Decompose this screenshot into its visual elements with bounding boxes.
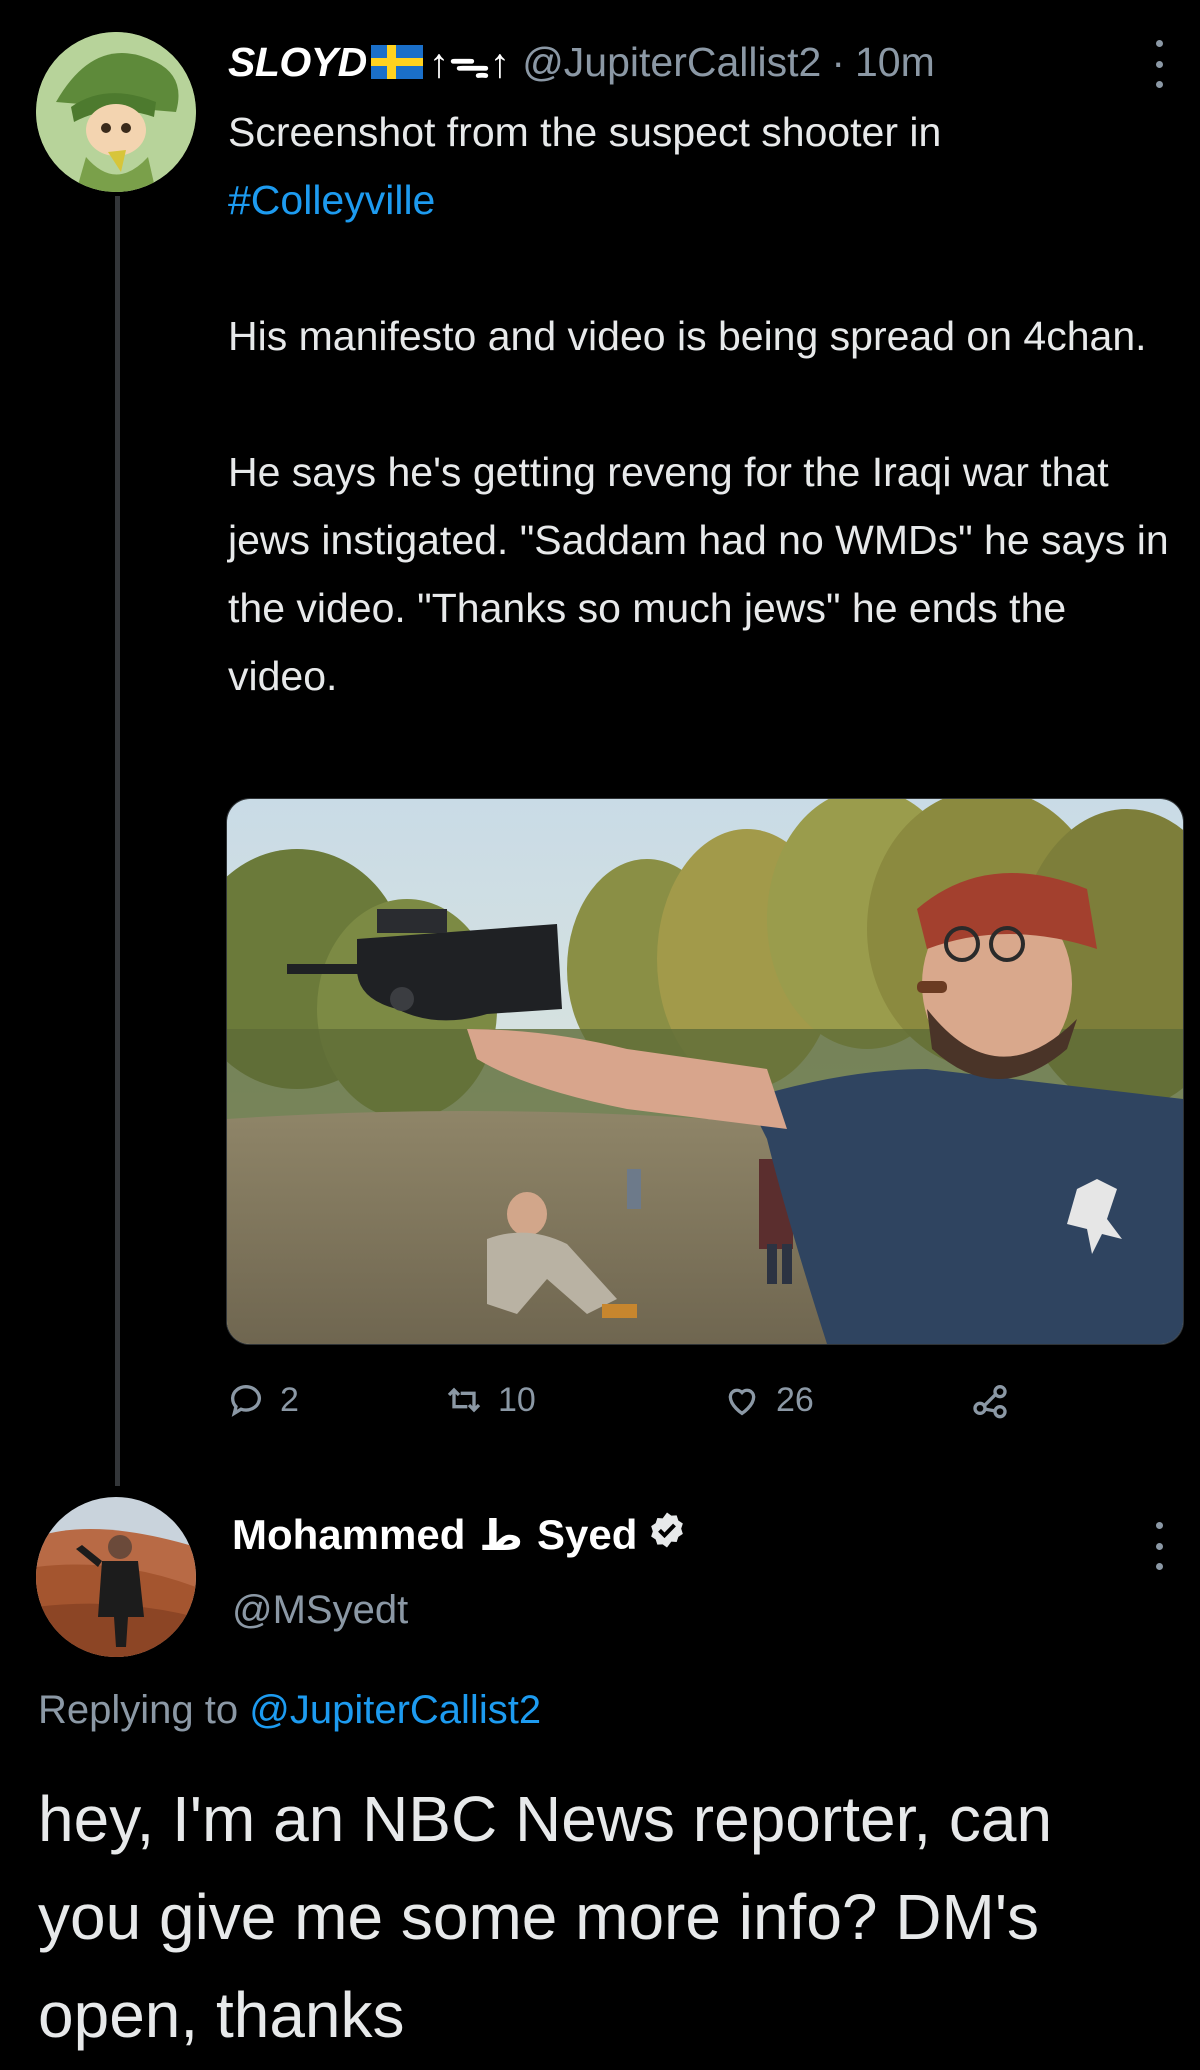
retweet-button[interactable]: 10 <box>444 1370 536 1430</box>
heart-icon <box>728 1388 756 1416</box>
reply-text: hey, I'm an NBC News reporter, can you g… <box>38 1783 1053 2051</box>
tweet-actions-bar: 2 10 26 <box>226 1370 1046 1430</box>
photo-of-man-with-gun-icon <box>227 799 1183 1344</box>
retweet-count: 10 <box>498 1380 536 1419</box>
share-icon <box>973 1385 1007 1419</box>
avatar[interactable] <box>36 1497 196 1657</box>
display-name-arabic: ط <box>479 1511 523 1559</box>
user-handle[interactable]: @JupiterCallist2 <box>522 39 821 86</box>
replying-label: Replying to <box>38 1688 239 1732</box>
display-name-last: Syed <box>536 1511 638 1558</box>
share-button[interactable] <box>970 1370 1024 1430</box>
avatar[interactable] <box>36 32 196 192</box>
sweden-flag-icon <box>370 45 423 79</box>
thread-connector-line <box>115 196 120 1486</box>
tweet-text-paragraph: He says he's getting reveng for the Iraq… <box>228 449 1169 699</box>
display-name-first: Mohammed <box>232 1511 466 1558</box>
verified-badge-icon <box>647 1510 687 1560</box>
reply-icon <box>231 1385 261 1417</box>
person-in-desert-avatar-icon <box>36 1497 196 1657</box>
tweet-media-image[interactable] <box>226 798 1184 1345</box>
display-name[interactable]: SLOYD <box>228 39 367 86</box>
more-options-icon[interactable] <box>1154 40 1164 88</box>
tweet-text-line1: Screenshot from the suspect shooter in <box>228 109 942 155</box>
like-button[interactable]: 26 <box>722 1370 814 1430</box>
tweet-header: SLOYD ↑ᯓ↑ @JupiterCallist2 · 10m <box>228 32 935 92</box>
separator-dot: · <box>831 38 845 85</box>
reply-user-handle[interactable]: @MSyedt <box>232 1588 408 1633</box>
retweet-icon <box>447 1387 481 1413</box>
timestamp[interactable]: 10m <box>855 39 935 86</box>
tweet-text: Screenshot from the suspect shooter in #… <box>228 98 1178 710</box>
tweet-thread: SLOYD ↑ᯓ↑ @JupiterCallist2 · 10m Screens… <box>0 0 1200 2070</box>
replying-to-line: Replying to @JupiterCallist2 <box>38 1688 541 1733</box>
hashtag-link[interactable]: #Colleyville <box>228 177 435 223</box>
reply-count: 2 <box>280 1380 299 1419</box>
cartoon-character-avatar-icon <box>36 32 196 192</box>
reply-button[interactable]: 2 <box>226 1370 299 1430</box>
replying-handle-link[interactable]: @JupiterCallist2 <box>249 1688 541 1732</box>
tweet-text-paragraph: His manifesto and video is being spread … <box>228 313 1147 359</box>
like-count: 26 <box>776 1380 814 1419</box>
more-options-icon[interactable] <box>1154 1522 1164 1570</box>
reply-display-name[interactable]: Mohammed ط Syed <box>232 1510 687 1560</box>
name-glyphs: ↑ᯓ↑ <box>428 40 511 86</box>
